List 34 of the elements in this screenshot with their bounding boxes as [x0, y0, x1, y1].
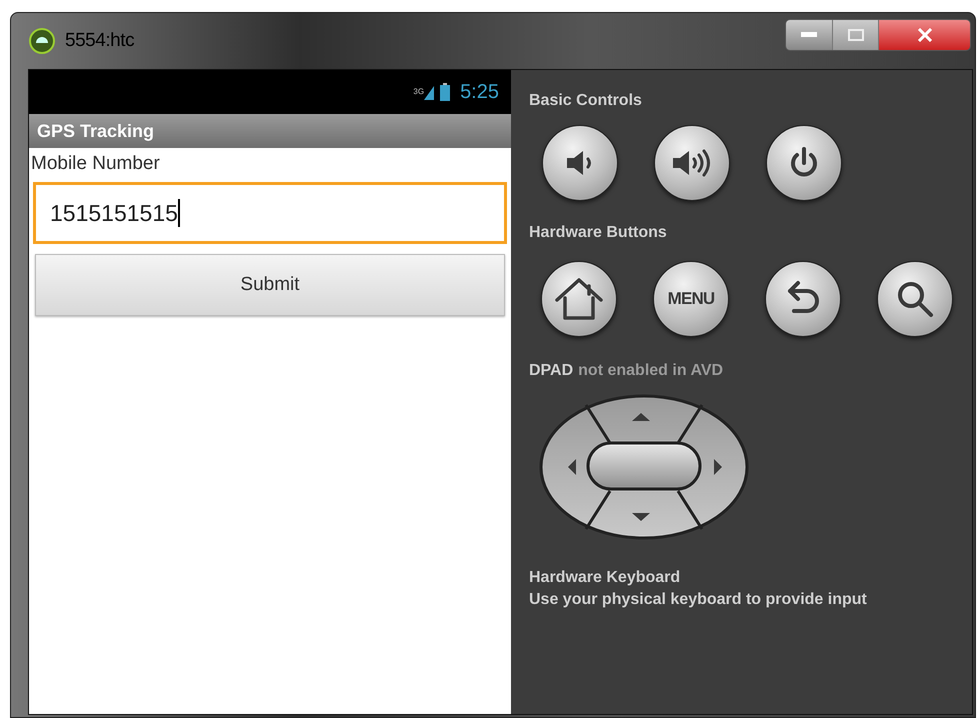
- volume-down-button[interactable]: [542, 125, 618, 201]
- network-label: 3G: [413, 86, 424, 98]
- text-cursor: [178, 199, 180, 227]
- mobile-number-field[interactable]: 1515151515: [33, 182, 507, 244]
- app-title: GPS Tracking: [37, 120, 154, 143]
- clock: 5:25: [460, 80, 499, 105]
- minimize-button[interactable]: [786, 20, 832, 50]
- menu-button[interactable]: MENU: [653, 261, 729, 337]
- android-icon: [29, 28, 55, 54]
- dpad-note: not enabled in AVD: [578, 361, 724, 381]
- battery-icon: [440, 83, 450, 101]
- maximize-icon: [848, 29, 864, 41]
- power-button[interactable]: [766, 125, 842, 201]
- section-title: Hardware Buttons: [529, 223, 668, 243]
- close-button[interactable]: [878, 20, 970, 50]
- maximize-button[interactable]: [832, 20, 878, 50]
- search-icon: [895, 279, 935, 319]
- section-title: Hardware Keyboard: [529, 568, 682, 588]
- home-button[interactable]: [541, 261, 617, 337]
- keyboard-hint: Use your physical keyboard to provide input: [529, 590, 868, 610]
- search-button[interactable]: [877, 261, 953, 337]
- dpad-control[interactable]: [538, 393, 750, 541]
- field-value: 1515151515: [50, 198, 178, 228]
- house-icon: [554, 277, 604, 321]
- field-label: Mobile Number: [30, 152, 161, 176]
- minimize-icon: [801, 32, 817, 38]
- dpad-label: DPAD: [529, 361, 574, 381]
- submit-button[interactable]: Submit: [35, 254, 505, 316]
- section-title: Basic Controls: [529, 91, 643, 111]
- close-icon: [916, 28, 932, 42]
- signal-icon: [424, 84, 434, 100]
- volume-up-button[interactable]: [654, 125, 730, 201]
- back-button[interactable]: [765, 261, 841, 337]
- window-title: 5554:htc: [65, 28, 134, 53]
